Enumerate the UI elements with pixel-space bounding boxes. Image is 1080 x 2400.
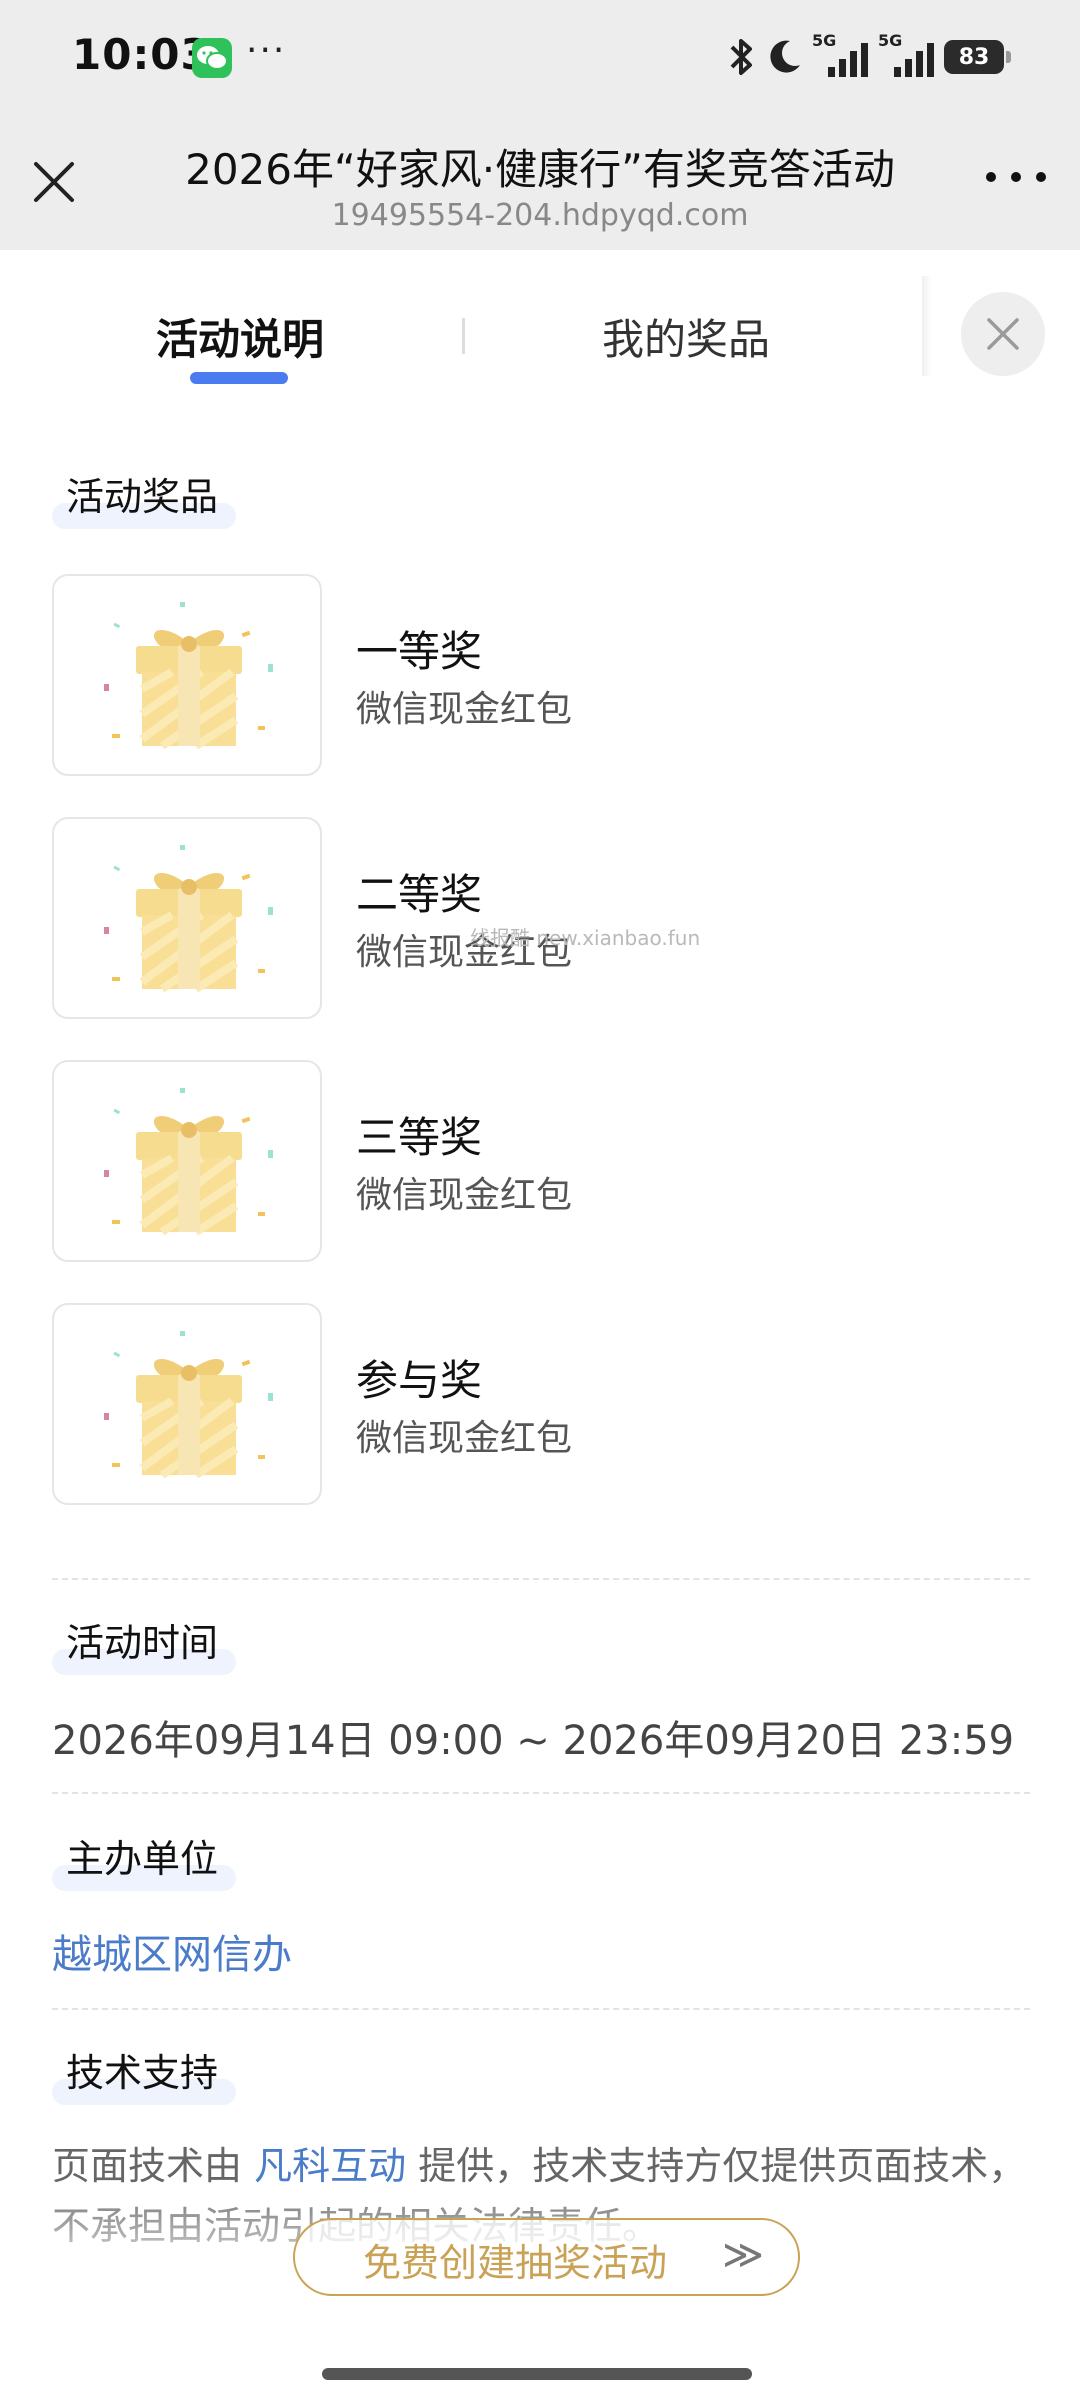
tab-divider [462, 318, 465, 354]
wechat-icon [192, 38, 232, 78]
gift-box-icon [104, 1088, 273, 1236]
prize-image [52, 817, 322, 1019]
active-tab-indicator [190, 372, 288, 384]
section-heading-time: 活动时间 [52, 1612, 236, 1675]
page-url: 19495554-204.hdpyqd.com [331, 198, 749, 233]
tab-shadow [922, 276, 932, 376]
section-heading-tech: 技术支持 [52, 2042, 236, 2105]
bluetooth-icon [730, 39, 752, 75]
status-more-icon: ··· [246, 30, 287, 71]
prize-name: 三等奖 [356, 1113, 483, 1162]
home-indicator[interactable] [322, 2368, 752, 2380]
more-options-icon[interactable] [986, 162, 1046, 192]
signal-icon: 5G [812, 31, 870, 77]
panel-close-button[interactable] [961, 292, 1045, 376]
section-heading-organizer: 主办单位 [52, 1828, 236, 1891]
status-bar: 10:03 ··· 5G 5G 83 [0, 0, 1080, 120]
gift-box-icon [104, 1331, 273, 1479]
battery-icon: 83 [944, 40, 1011, 74]
prize-name: 参与奖 [356, 1356, 483, 1405]
close-icon[interactable] [30, 158, 78, 206]
prize-image [52, 574, 322, 776]
tab-activity-description[interactable]: 活动说明 [90, 306, 390, 367]
section-divider [52, 2008, 1030, 2010]
tab-my-prizes[interactable]: 我的奖品 [536, 306, 836, 367]
moon-icon [770, 40, 800, 73]
activity-time: 2026年09月14日 09:00 ~ 2026年09月20日 23:59 [52, 1718, 1015, 1764]
organizer-link[interactable]: 越城区网信办 [52, 1922, 292, 1980]
status-time: 10:03 [72, 30, 211, 79]
section-divider [52, 1792, 1030, 1794]
prize-image [52, 1303, 322, 1505]
page-title: 2026年“好家风·健康行”有奖竞答活动 [185, 145, 895, 194]
provider-link[interactable]: 凡科互动 [254, 2144, 406, 2188]
gift-box-icon [104, 845, 273, 993]
signal-icon-2: 5G [878, 31, 936, 77]
create-lottery-button[interactable]: 免费创建抽奖活动 ≫ [293, 2218, 800, 2296]
prize-desc: 微信现金红包 [356, 1175, 573, 1216]
prize-desc: 微信现金红包 [356, 689, 573, 730]
prize-image [52, 1060, 322, 1262]
top-bar: 10:03 ··· 5G 5G 83 2026年“好家风·健康行”有奖竞答活动 … [0, 0, 1080, 250]
section-heading-prizes: 活动奖品 [52, 466, 236, 529]
double-chevron-right-icon: ≫ [722, 2232, 764, 2278]
watermark: 线报酷 new.xianbao.fun [470, 926, 701, 950]
prize-name: 二等奖 [356, 870, 483, 919]
section-divider [52, 1578, 1030, 1580]
tab-bar: 活动说明 我的奖品 [0, 250, 1080, 410]
status-indicators: 5G 5G 83 [724, 31, 1011, 82]
prize-name: 一等奖 [356, 627, 483, 676]
gift-box-icon [104, 602, 273, 750]
prize-desc: 微信现金红包 [356, 1418, 573, 1459]
create-lottery-label: 免费创建抽奖活动 [363, 2241, 668, 2285]
